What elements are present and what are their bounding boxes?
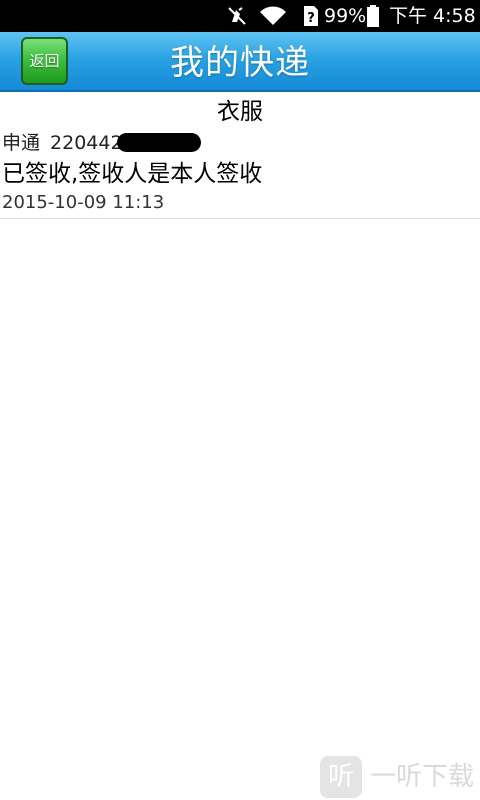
watermark-text: 一听下载 xyxy=(370,762,475,792)
package-row[interactable]: 申通 220442 已签收,签收人是本人签收 2015-10-09 11:13 xyxy=(0,128,480,219)
back-button[interactable]: 返回 xyxy=(21,37,68,85)
status-bar: ? 99% 下午 4:58 xyxy=(0,0,480,32)
tracking-line: 申通 220442 xyxy=(2,130,201,156)
title-bar: 返回 我的快递 xyxy=(0,32,480,92)
battery-percentage: 99% xyxy=(324,5,367,27)
page-title: 我的快递 xyxy=(170,43,310,83)
delivery-status: 已签收,签收人是本人签收 xyxy=(2,161,263,187)
tracking-number: 220442 xyxy=(50,132,123,154)
wifi-icon xyxy=(260,6,286,25)
sim-icon: ? xyxy=(304,6,318,26)
redaction-mark xyxy=(116,133,201,152)
battery-icon xyxy=(367,5,379,27)
svg-text:?: ? xyxy=(307,11,315,26)
courier-name: 申通 xyxy=(2,132,41,154)
watermark-logo: 听 xyxy=(320,756,362,798)
mute-icon xyxy=(228,7,246,25)
item-category: 衣服 xyxy=(217,99,263,125)
status-clock: 下午 4:58 xyxy=(389,5,476,27)
delivery-time: 2015-10-09 11:13 xyxy=(2,192,165,213)
